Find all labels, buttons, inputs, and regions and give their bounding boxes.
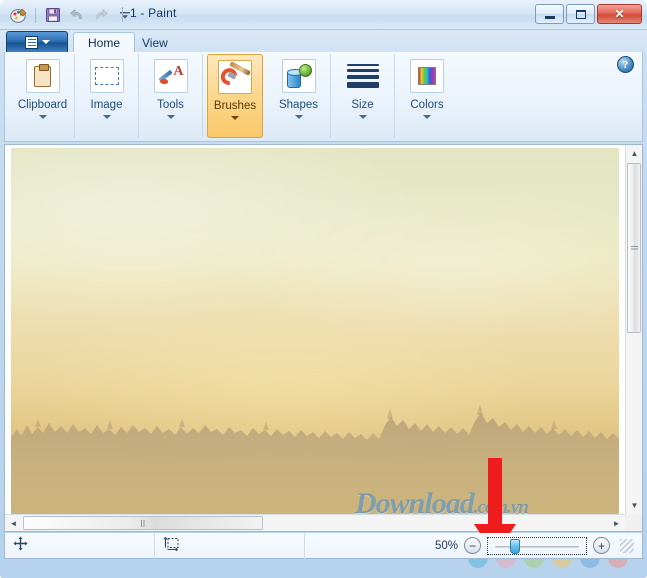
paint-menu-button[interactable] bbox=[6, 31, 68, 53]
minimize-button[interactable] bbox=[535, 4, 564, 24]
chevron-down-icon[interactable] bbox=[294, 115, 303, 119]
zoom-level-label: 50% bbox=[434, 539, 458, 552]
ribbon-group-tools[interactable]: A Tools bbox=[139, 54, 203, 138]
maximize-icon bbox=[575, 9, 586, 19]
clipboard-icon bbox=[25, 59, 60, 93]
status-bar: 50% − + bbox=[4, 532, 643, 559]
scroll-down-button[interactable]: ▼ bbox=[626, 497, 642, 514]
tab-home-label: Home bbox=[88, 36, 121, 50]
shapes-icon bbox=[281, 59, 316, 93]
ribbon-group-label: Colors bbox=[410, 99, 444, 111]
vertical-scroll-thumb[interactable] bbox=[627, 163, 641, 333]
title-separator bbox=[122, 7, 123, 22]
window-controls: ✕ bbox=[535, 4, 642, 24]
ribbon-tab-row: Home View bbox=[0, 30, 647, 53]
ribbon-group-label: Tools bbox=[157, 99, 184, 111]
document-menu-icon bbox=[24, 35, 38, 49]
ribbon-group-label: Clipboard bbox=[17, 99, 68, 111]
redo-icon[interactable] bbox=[90, 5, 111, 26]
scroll-up-button[interactable]: ▲ bbox=[626, 145, 642, 162]
treeline-silhouette bbox=[11, 403, 619, 526]
ribbon-group-label: Shapes bbox=[278, 99, 318, 111]
zoom-controls: 50% − + bbox=[418, 536, 642, 555]
pencil-text-tools-icon: A bbox=[153, 59, 188, 93]
ribbon-group-size[interactable]: Size bbox=[331, 54, 395, 138]
scroll-grip-icon bbox=[630, 245, 638, 251]
scroll-grip-icon bbox=[140, 519, 146, 527]
chevron-down-icon[interactable] bbox=[423, 115, 431, 119]
ribbon-group-image[interactable]: Image bbox=[75, 54, 139, 138]
close-button[interactable]: ✕ bbox=[597, 4, 642, 24]
close-icon: ✕ bbox=[614, 7, 625, 21]
cursor-position-cell bbox=[5, 532, 155, 559]
color-palette-icon bbox=[410, 59, 444, 93]
selection-size-icon bbox=[163, 535, 181, 556]
ribbon-groups: Clipboard Image A Tools Brushes Shapes S… bbox=[5, 52, 642, 140]
chevron-down-icon[interactable] bbox=[38, 115, 47, 119]
zoom-slider[interactable] bbox=[487, 536, 587, 555]
window-resize-grip[interactable] bbox=[620, 538, 634, 553]
selection-size-cell bbox=[155, 532, 305, 559]
ribbon-group-brushes[interactable]: Brushes bbox=[207, 54, 263, 138]
zoom-in-button[interactable]: + bbox=[593, 537, 610, 554]
zoom-slider-track bbox=[495, 545, 579, 548]
chevron-down-icon[interactable] bbox=[231, 116, 239, 120]
save-icon[interactable] bbox=[42, 5, 63, 26]
paint-window: 1 - Paint ✕ Home View ? Clipboard Image … bbox=[0, 0, 647, 578]
title-bar: 1 - Paint ✕ bbox=[0, 0, 647, 30]
window-title: 1 - Paint bbox=[130, 6, 177, 20]
chevron-down-icon[interactable] bbox=[166, 115, 175, 119]
scrollbar-corner bbox=[625, 514, 642, 531]
line-thickness-icon bbox=[346, 59, 380, 93]
chevron-down-icon[interactable] bbox=[358, 115, 367, 119]
paint-logo-icon[interactable] bbox=[8, 5, 29, 26]
selection-rectangle-icon bbox=[89, 59, 124, 93]
chevron-down-icon[interactable] bbox=[102, 115, 111, 119]
ribbon-group-colors[interactable]: Colors bbox=[395, 54, 459, 138]
minimize-icon bbox=[544, 16, 555, 19]
ribbon-group-label: Size bbox=[351, 99, 374, 111]
maximize-button[interactable] bbox=[566, 4, 595, 24]
scroll-left-button[interactable]: ◄ bbox=[5, 515, 22, 531]
ribbon: ? Clipboard Image A Tools Brushes Shapes… bbox=[4, 52, 643, 142]
ribbon-group-label: Image bbox=[90, 99, 123, 111]
help-icon[interactable]: ? bbox=[617, 56, 634, 73]
horizontal-scrollbar[interactable]: ◄ ► bbox=[5, 514, 625, 531]
horizontal-scroll-thumb[interactable] bbox=[23, 516, 263, 530]
chevron-down-icon bbox=[41, 40, 50, 44]
canvas-area[interactable]: ▲ ▼ ◄ ► bbox=[4, 144, 643, 532]
paintbrush-icon bbox=[218, 60, 252, 94]
zoom-slider-thumb[interactable] bbox=[510, 538, 520, 554]
zoom-out-button[interactable]: − bbox=[464, 537, 481, 554]
tab-view-label: View bbox=[142, 35, 168, 50]
canvas-image[interactable] bbox=[11, 148, 619, 526]
ribbon-group-shapes[interactable]: Shapes bbox=[267, 54, 331, 138]
vertical-scrollbar[interactable]: ▲ ▼ bbox=[625, 145, 642, 514]
tab-view[interactable]: View bbox=[128, 32, 182, 53]
scroll-right-button[interactable]: ► bbox=[608, 515, 625, 531]
ribbon-group-label: Brushes bbox=[213, 100, 257, 112]
quick-access-toolbar bbox=[8, 4, 135, 26]
ribbon-group-clipboard[interactable]: Clipboard bbox=[11, 54, 75, 138]
tab-home[interactable]: Home bbox=[73, 32, 136, 53]
cursor-position-icon bbox=[13, 536, 28, 556]
qat-separator bbox=[35, 7, 36, 23]
undo-icon[interactable] bbox=[66, 5, 87, 26]
